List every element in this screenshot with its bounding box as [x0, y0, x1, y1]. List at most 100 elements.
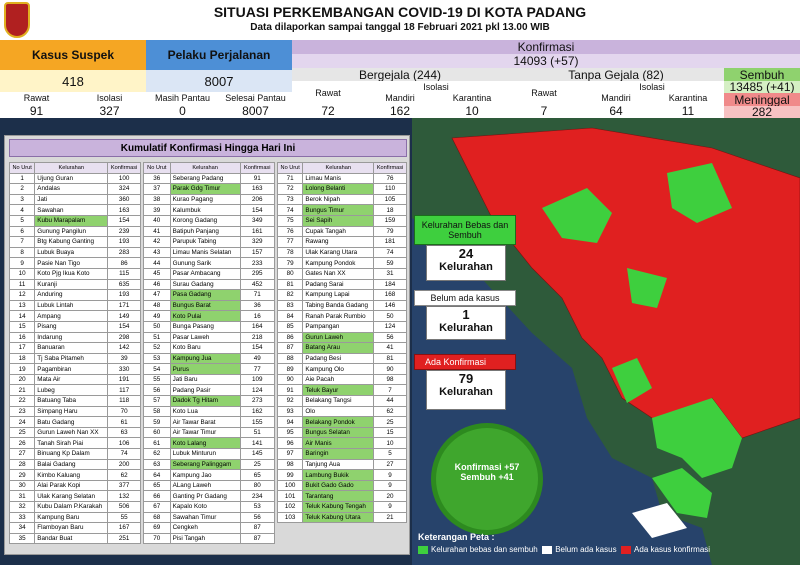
table-row: 26 Tanah Sirah Piai 106	[8, 437, 141, 450]
konfirmasi-value: 206	[239, 193, 276, 206]
konfirmasi-value: 124	[239, 384, 276, 397]
konfirmasi-value: 25	[373, 416, 407, 428]
bebas-count: 24	[458, 246, 474, 261]
table-row: 67 Kapalo Koto 53	[143, 501, 276, 513]
table-row: 37 Parak Gdg Timur 163	[143, 183, 276, 195]
row-number: 22	[8, 395, 36, 407]
row-number: 85	[276, 320, 304, 333]
bebas-box: 24 Kelurahan	[426, 245, 506, 281]
konfirmasi-value: 91	[239, 172, 276, 185]
row-number: 57	[143, 395, 171, 407]
kelurahan-name: Gunung Sarik	[169, 257, 241, 269]
row-number: 33	[8, 511, 36, 524]
table-row: 101 Tarantang 20	[276, 490, 407, 502]
row-number: 27	[8, 448, 36, 460]
konfirmasi-value: 61	[107, 416, 141, 428]
kelurahan-name: Ranah Parak Rumbio	[302, 310, 375, 322]
table-row: 11 Kuranji 635	[8, 278, 141, 291]
table-row: 64 Kampung Jao 65	[143, 469, 276, 481]
map-legend: Keterangan Peta : Kelurahan bebas dan se…	[418, 532, 798, 562]
table-row: 63 Seberang Palinggam 25	[143, 458, 276, 471]
belum-box: 1 Kelurahan	[426, 306, 506, 340]
konfirmasi-value: 10	[373, 437, 407, 450]
legend-green-label: Kelurahan bebas dan sembuh	[431, 545, 538, 554]
row-number: 21	[8, 384, 36, 397]
konfirmasi-value: 283	[107, 246, 141, 259]
row-number: 77	[276, 236, 304, 248]
konfirmasi-value: 154	[239, 342, 276, 354]
konfirmasi-value: 251	[107, 532, 141, 545]
konfirmasi-value: 7	[373, 384, 407, 397]
row-number: 17	[8, 342, 36, 354]
row-number: 79	[276, 257, 304, 269]
kelurahan-name: Alai Parak Kopi	[34, 479, 109, 492]
table-row: 47 Pasa Gadang 71	[143, 289, 276, 301]
row-number: 32	[8, 501, 36, 513]
table-row: 90 Aie Pacah 98	[276, 373, 407, 386]
kelurahan-name: Korong Gadang	[169, 214, 241, 227]
kelurahan-name: Sawahan Timur	[169, 511, 241, 524]
konfirmasi-value: 124	[373, 320, 407, 333]
kelurahan-name: Tj Saba Pitameh	[34, 352, 109, 365]
table-row: 20 Mata Air 191	[8, 373, 141, 386]
kelurahan-name: Padang Sarai	[302, 278, 375, 291]
konfirmasi-value: 98	[373, 373, 407, 386]
table-row: 15 Pisang 154	[8, 320, 141, 333]
kelurahan-name: Bungus Timur	[302, 204, 375, 216]
row-number: 41	[143, 225, 171, 238]
table-row: 49 Koto Pulai 16	[143, 310, 276, 322]
konfirmasi-value: 62	[107, 469, 141, 481]
kumulatif-panel: Kumulatif Konfirmasi Hingga Hari Ini No …	[4, 135, 410, 555]
table-row: 70 Pisi Tangah 87	[143, 532, 276, 545]
row-number: 58	[143, 405, 171, 418]
col-kel-header: Kelurahan	[169, 162, 241, 174]
row-number: 18	[8, 352, 36, 365]
kelurahan-name: Pisi Tangah	[169, 532, 241, 545]
table-row: 58 Koto Lua 162	[143, 405, 276, 418]
col-no-header: No Urut	[143, 162, 171, 174]
table-row: 10 Koto Pjg Ikua Koto 115	[8, 267, 141, 280]
table-row: 57 Dadok Tg Hitam 273	[143, 395, 276, 407]
konfirmasi-value: 452	[239, 278, 276, 291]
row-number: 65	[143, 479, 171, 492]
kelurahan-name: Belakang Tangsi	[302, 395, 375, 407]
row-number: 88	[276, 352, 304, 365]
bergejala-rawat-label: Rawat	[292, 81, 364, 104]
kelurahan-name: Parupuk Tabing	[169, 236, 241, 248]
table-row: 14 Ampang 149	[8, 310, 141, 322]
konfirmasi-value: 109	[239, 373, 276, 386]
konfirmasi-value: 115	[107, 267, 141, 280]
kelurahan-name: Bukit Gado Gado	[302, 479, 375, 492]
row-number: 26	[8, 437, 36, 450]
kelurahan-name: Batuang Taba	[34, 395, 109, 407]
table-row: 28 Balai Gadang 200	[8, 458, 141, 471]
legend-green-swatch	[418, 545, 428, 554]
table-row: 80 Gates Nan XX 31	[276, 267, 407, 280]
kelurahan-name: Purus	[169, 363, 241, 375]
table-row: 31 Ulak Karang Selatan 132	[8, 490, 141, 502]
row-number: 2	[8, 183, 36, 195]
table-row: 27 Binuang Kp Dalam 74	[8, 448, 141, 460]
table-row: 54 Purus 77	[143, 363, 276, 375]
page-title: SITUASI PERKEMBANGAN COVID-19 DI KOTA PA…	[213, 4, 587, 20]
kelurahan-name: Batu Gadang	[34, 416, 109, 428]
kelurahan-name: Banuaran	[34, 342, 109, 354]
table-row: 19 Pagambiran 330	[8, 363, 141, 375]
row-number: 16	[8, 331, 36, 344]
suspek-isolasi-label: Isolasi	[73, 92, 146, 104]
kelurahan-name: Tarantang	[302, 490, 375, 502]
table-row: 74 Bungus Timur 18	[276, 204, 407, 216]
row-number: 28	[8, 458, 36, 471]
table-row: 61 Koto Lalang 141	[143, 437, 276, 450]
bergejala-mandiri-value: 162	[364, 104, 436, 118]
table-row: 12 Anduring 193	[8, 289, 141, 301]
table-row: 77 Rawang 181	[276, 236, 407, 248]
konfirmasi-value: 9	[373, 501, 407, 513]
kelurahan-name: ALang Laweh	[169, 479, 241, 492]
konfirmasi-value: 149	[107, 310, 141, 322]
row-number: 23	[8, 405, 36, 418]
kelurahan-name: Binuang Kp Dalam	[34, 448, 109, 460]
kelurahan-name: Bunga Pasang	[169, 320, 241, 333]
table-row: 88 Padang Besi 81	[276, 352, 407, 365]
suspek-isolasi-value: 327	[73, 104, 146, 118]
